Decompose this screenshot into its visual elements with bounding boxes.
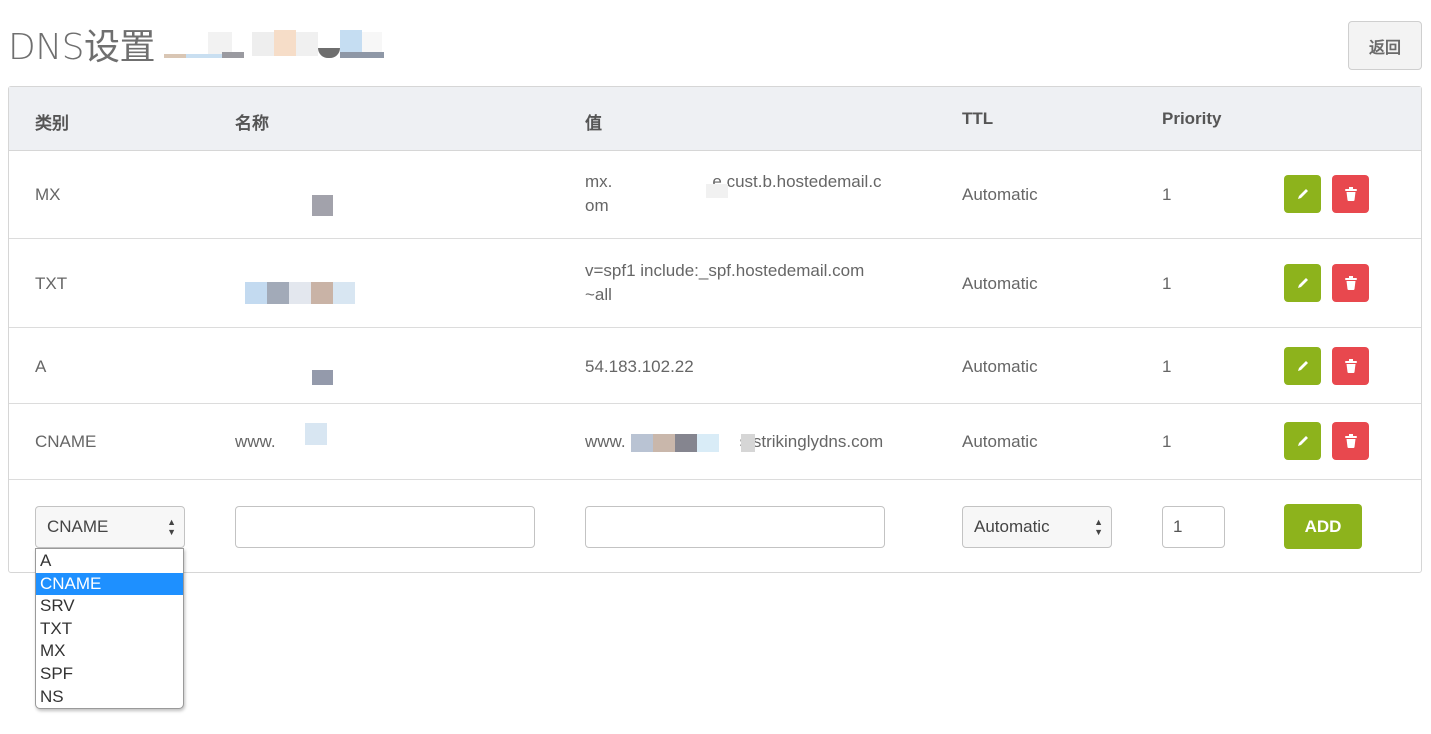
edit-button[interactable]	[1284, 422, 1321, 460]
dropdown-option[interactable]: A	[36, 550, 183, 573]
record-priority: 1	[1162, 185, 1172, 204]
record-value: mx. e.cust.b.hostedemail.c om	[585, 172, 882, 215]
redacted-name	[312, 370, 333, 385]
record-ttl: Automatic	[962, 357, 1038, 376]
header-ttl: TTL	[962, 109, 994, 128]
record-type: CNAME	[35, 432, 97, 451]
priority-input[interactable]	[1162, 506, 1225, 548]
ttl-select[interactable]: Automatic ▲ ▼	[962, 506, 1112, 548]
record-type: MX	[35, 185, 61, 204]
record-priority: 1	[1162, 357, 1172, 376]
type-select-value: CNAME	[47, 517, 109, 536]
dropdown-option[interactable]: SPF	[36, 663, 183, 686]
dropdown-option[interactable]: NS	[36, 686, 183, 709]
record-value: 54.183.102.22	[585, 357, 694, 376]
value-input[interactable]	[585, 506, 885, 548]
delete-button[interactable]	[1332, 264, 1369, 302]
edit-button[interactable]	[1284, 264, 1321, 302]
pencil-icon	[1297, 189, 1308, 199]
header-priority: Priority	[1162, 109, 1222, 128]
pencil-icon	[1297, 436, 1308, 446]
trash-icon	[1344, 434, 1357, 448]
add-button[interactable]: ADD	[1284, 504, 1362, 549]
type-dropdown-list: A CNAME SRV TXT MX SPF NS	[35, 548, 184, 709]
record-value: v=spf1 include:_spf.hostedemail.com ~all	[585, 261, 865, 304]
updown-arrows-icon: ▲ ▼	[167, 517, 176, 537]
edit-button[interactable]	[1284, 175, 1321, 213]
dropdown-option[interactable]: MX	[36, 640, 183, 663]
header-name: 名称	[235, 114, 269, 133]
dns-records-table: 类别 名称 值 TTL Priority MX mx. e.cust.b.host…	[8, 86, 1422, 573]
record-priority: 1	[1162, 274, 1172, 293]
dropdown-option-selected[interactable]: CNAME	[36, 572, 183, 596]
record-ttl: Automatic	[962, 185, 1038, 204]
trash-icon	[1344, 359, 1357, 373]
type-select[interactable]: CNAME ▲ ▼	[35, 506, 185, 548]
record-priority: 1	[1162, 432, 1172, 451]
redacted-name	[245, 282, 357, 304]
record-name: www.	[235, 432, 276, 451]
header-type: 类别	[35, 114, 69, 133]
updown-arrows-icon: ▲ ▼	[1094, 517, 1103, 537]
redacted-name	[305, 423, 327, 445]
new-record-row: CNAME ▲▼ Automatic ▲▼ ADD	[9, 480, 1421, 572]
redacted-name	[312, 195, 333, 216]
record-type: A	[35, 357, 47, 376]
back-button[interactable]: 返回	[1348, 21, 1422, 70]
redacted-value	[706, 184, 728, 198]
table-row: TXT v=spf1 include:_spf.hostedemail.com …	[9, 239, 1421, 328]
redacted-value	[631, 434, 757, 452]
pencil-icon	[1297, 278, 1308, 288]
ttl-select-value: Automatic	[974, 517, 1050, 536]
delete-button[interactable]	[1332, 347, 1369, 385]
record-type: TXT	[35, 274, 68, 293]
redacted-domain	[164, 28, 386, 58]
header-value: 值	[585, 114, 602, 133]
record-ttl: Automatic	[962, 274, 1038, 293]
trash-icon	[1344, 187, 1357, 201]
delete-button[interactable]	[1332, 422, 1369, 460]
table-row: CNAME www. www. s.strikinglydns.com Autom…	[9, 404, 1421, 480]
table-row: MX mx. e.cust.b.hostedemail.c om Automati…	[9, 150, 1421, 239]
dropdown-option[interactable]: TXT	[36, 618, 183, 641]
page-title: DNS设置	[8, 27, 156, 68]
edit-button[interactable]	[1284, 347, 1321, 385]
pencil-icon	[1297, 361, 1308, 371]
table-header: 类别 名称 值 TTL Priority	[9, 87, 1421, 151]
name-input[interactable]	[235, 506, 535, 548]
record-ttl: Automatic	[962, 432, 1038, 451]
trash-icon	[1344, 276, 1357, 290]
delete-button[interactable]	[1332, 175, 1369, 213]
dropdown-option[interactable]: SRV	[36, 595, 183, 618]
table-row: A 54.183.102.22 Automatic 1	[9, 328, 1421, 404]
